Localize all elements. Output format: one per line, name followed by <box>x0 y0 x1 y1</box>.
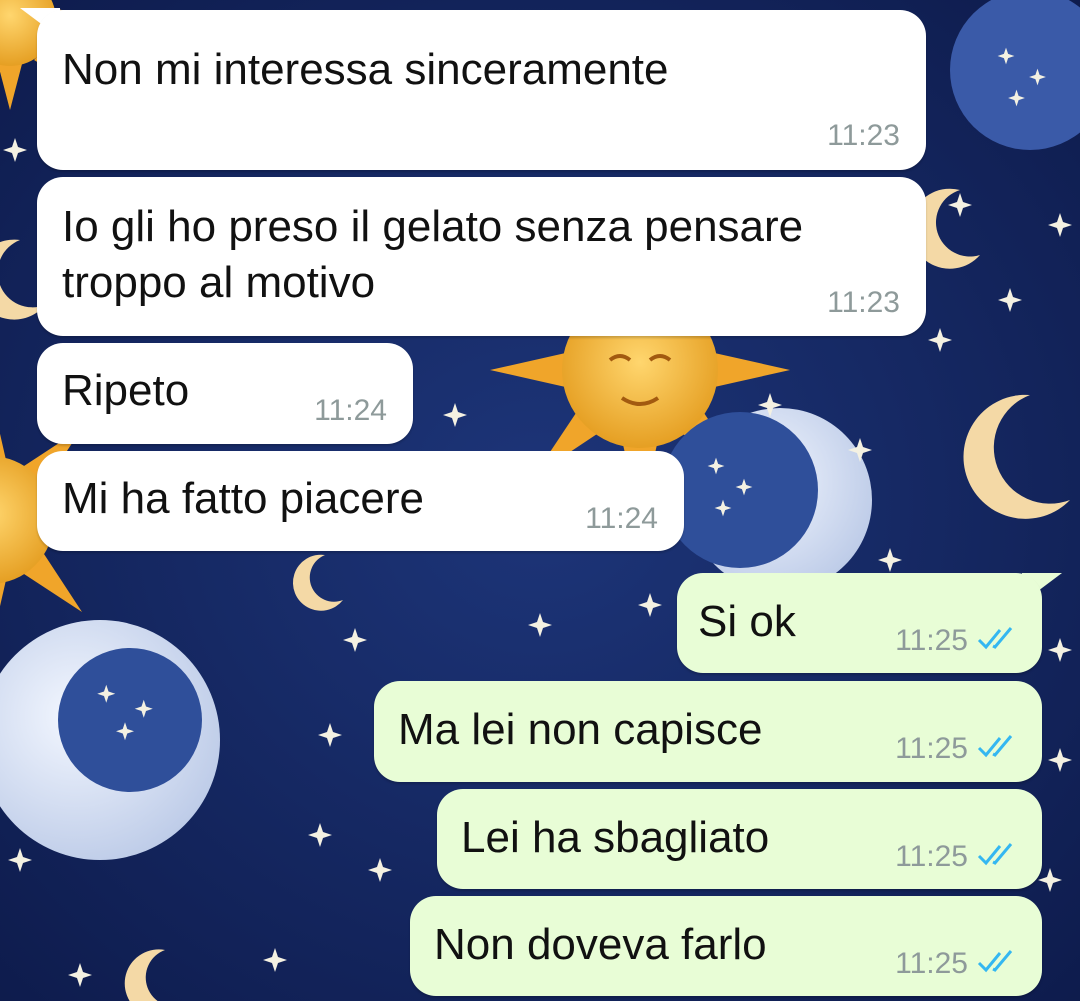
message-text: Ma lei non capisce <box>398 705 763 754</box>
message-timestamp: 11:25 <box>895 840 968 873</box>
message-timestamp: 11:24 <box>314 394 387 427</box>
outgoing-message[interactable]: Ma lei non capisce 11:25 <box>374 681 1042 782</box>
outgoing-message[interactable]: Non doveva farlo 11:25 <box>410 896 1042 996</box>
double-check-icon <box>977 843 1013 866</box>
double-check-icon <box>977 950 1013 973</box>
double-check-icon <box>977 627 1013 650</box>
message-timestamp: 11:24 <box>585 502 658 535</box>
message-timestamp: 11:25 <box>895 732 968 765</box>
message-text: Mi ha fatto piacere <box>62 474 424 523</box>
message-timestamp: 11:25 <box>895 947 968 980</box>
message-timestamp: 11:25 <box>895 624 968 657</box>
incoming-message[interactable]: Non mi interessa sinceramente 11:23 <box>37 10 926 170</box>
message-text: Io gli ho preso il gelato senza pensare … <box>62 202 804 307</box>
incoming-message[interactable]: Mi ha fatto piacere 11:24 <box>37 451 684 551</box>
message-text: Ripeto <box>62 366 190 415</box>
message-text: Non doveva farlo <box>434 920 767 969</box>
outgoing-message[interactable]: Lei ha sbagliato 11:25 <box>437 789 1042 889</box>
message-timestamp: 11:23 <box>827 286 900 319</box>
incoming-message[interactable]: Ripeto 11:24 <box>37 343 413 444</box>
message-text: Non mi interessa sinceramente <box>62 45 669 94</box>
incoming-message[interactable]: Io gli ho preso il gelato senza pensare … <box>37 177 926 336</box>
message-text: Si ok <box>698 597 796 646</box>
outgoing-message[interactable]: Si ok 11:25 <box>677 573 1042 673</box>
message-timestamp: 11:23 <box>827 119 900 152</box>
double-check-icon <box>977 735 1013 758</box>
message-text: Lei ha sbagliato <box>461 813 770 862</box>
